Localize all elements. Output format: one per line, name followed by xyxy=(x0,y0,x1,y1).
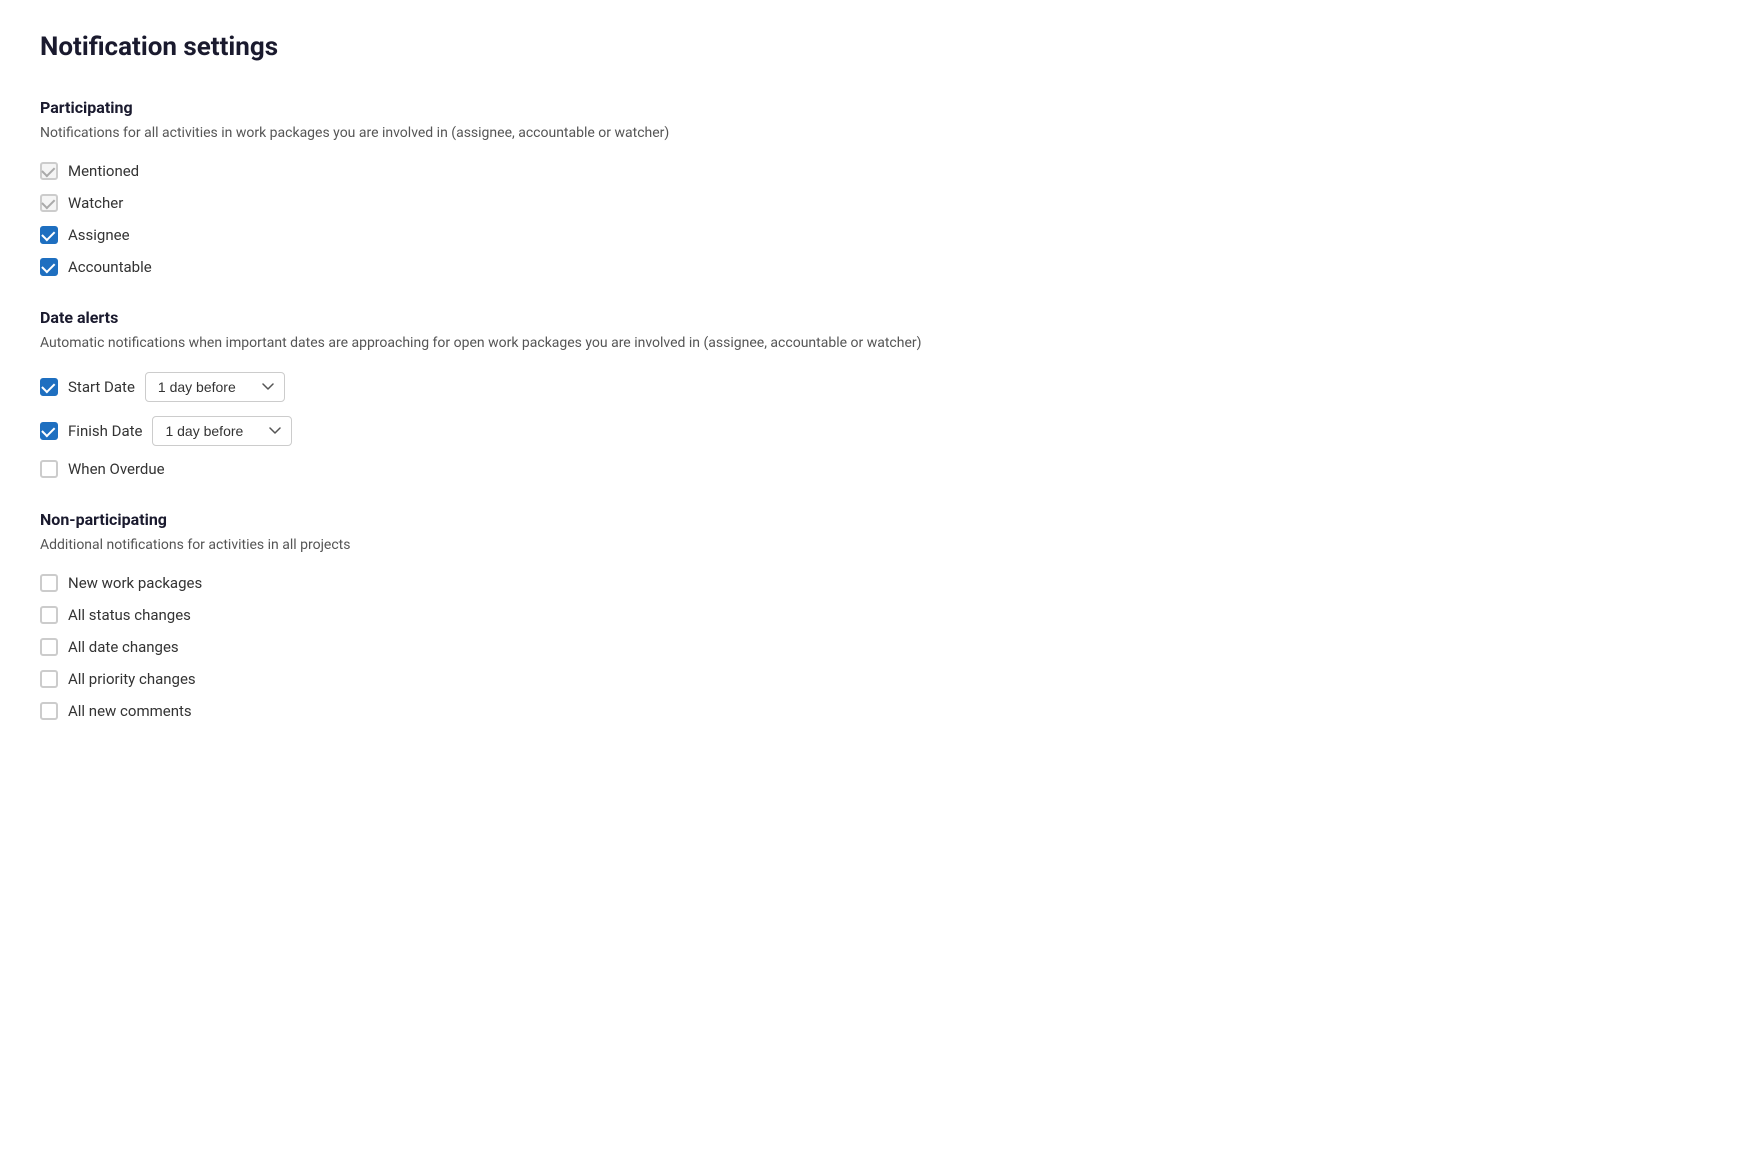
new-work-packages-label[interactable]: New work packages xyxy=(68,574,202,592)
assignee-checkbox[interactable] xyxy=(40,226,58,244)
participating-desc: Notifications for all activities in work… xyxy=(40,123,1717,144)
date-alerts-section: Date alerts Automatic notifications when… xyxy=(40,308,1717,478)
page-title: Notification settings xyxy=(40,32,1717,62)
all-new-comments-row: All new comments xyxy=(40,702,1717,720)
participating-section: Participating Notifications for all acti… xyxy=(40,98,1717,276)
all-priority-changes-checkbox[interactable] xyxy=(40,670,58,688)
start-date-checkbox[interactable] xyxy=(40,378,58,396)
watcher-row: Watcher xyxy=(40,194,1717,212)
assignee-row: Assignee xyxy=(40,226,1717,244)
all-status-changes-label[interactable]: All status changes xyxy=(68,606,191,624)
new-work-packages-checkbox[interactable] xyxy=(40,574,58,592)
start-date-dropdown[interactable]: 1 day before 3 days before 7 days before… xyxy=(145,372,285,402)
finish-date-label: Finish Date xyxy=(68,422,142,440)
non-participating-section: Non-participating Additional notificatio… xyxy=(40,510,1717,720)
all-priority-changes-row: All priority changes xyxy=(40,670,1717,688)
accountable-row: Accountable xyxy=(40,258,1717,276)
mentioned-label[interactable]: Mentioned xyxy=(68,162,139,180)
when-overdue-label[interactable]: When Overdue xyxy=(68,460,165,478)
all-date-changes-checkbox[interactable] xyxy=(40,638,58,656)
accountable-label[interactable]: Accountable xyxy=(68,258,152,276)
when-overdue-checkbox[interactable] xyxy=(40,460,58,478)
non-participating-desc: Additional notifications for activities … xyxy=(40,535,1717,556)
watcher-label[interactable]: Watcher xyxy=(68,194,123,212)
non-participating-title: Non-participating xyxy=(40,510,1717,529)
date-alerts-desc: Automatic notifications when important d… xyxy=(40,333,1717,354)
mentioned-checkbox[interactable] xyxy=(40,162,58,180)
all-status-changes-checkbox[interactable] xyxy=(40,606,58,624)
date-alerts-title: Date alerts xyxy=(40,308,1717,327)
all-new-comments-label[interactable]: All new comments xyxy=(68,702,192,720)
accountable-checkbox[interactable] xyxy=(40,258,58,276)
start-date-row: Start Date 1 day before 3 days before 7 … xyxy=(40,372,1717,402)
assignee-label[interactable]: Assignee xyxy=(68,226,130,244)
watcher-checkbox[interactable] xyxy=(40,194,58,212)
all-date-changes-row: All date changes xyxy=(40,638,1717,656)
all-priority-changes-label[interactable]: All priority changes xyxy=(68,670,196,688)
finish-date-checkbox[interactable] xyxy=(40,422,58,440)
participating-title: Participating xyxy=(40,98,1717,117)
all-status-changes-row: All status changes xyxy=(40,606,1717,624)
when-overdue-row: When Overdue xyxy=(40,460,1717,478)
finish-date-row: Finish Date 1 day before 3 days before 7… xyxy=(40,416,1717,446)
all-new-comments-checkbox[interactable] xyxy=(40,702,58,720)
mentioned-row: Mentioned xyxy=(40,162,1717,180)
start-date-label: Start Date xyxy=(68,378,135,396)
all-date-changes-label[interactable]: All date changes xyxy=(68,638,179,656)
new-work-packages-row: New work packages xyxy=(40,574,1717,592)
finish-date-dropdown[interactable]: 1 day before 3 days before 7 days before… xyxy=(152,416,292,446)
